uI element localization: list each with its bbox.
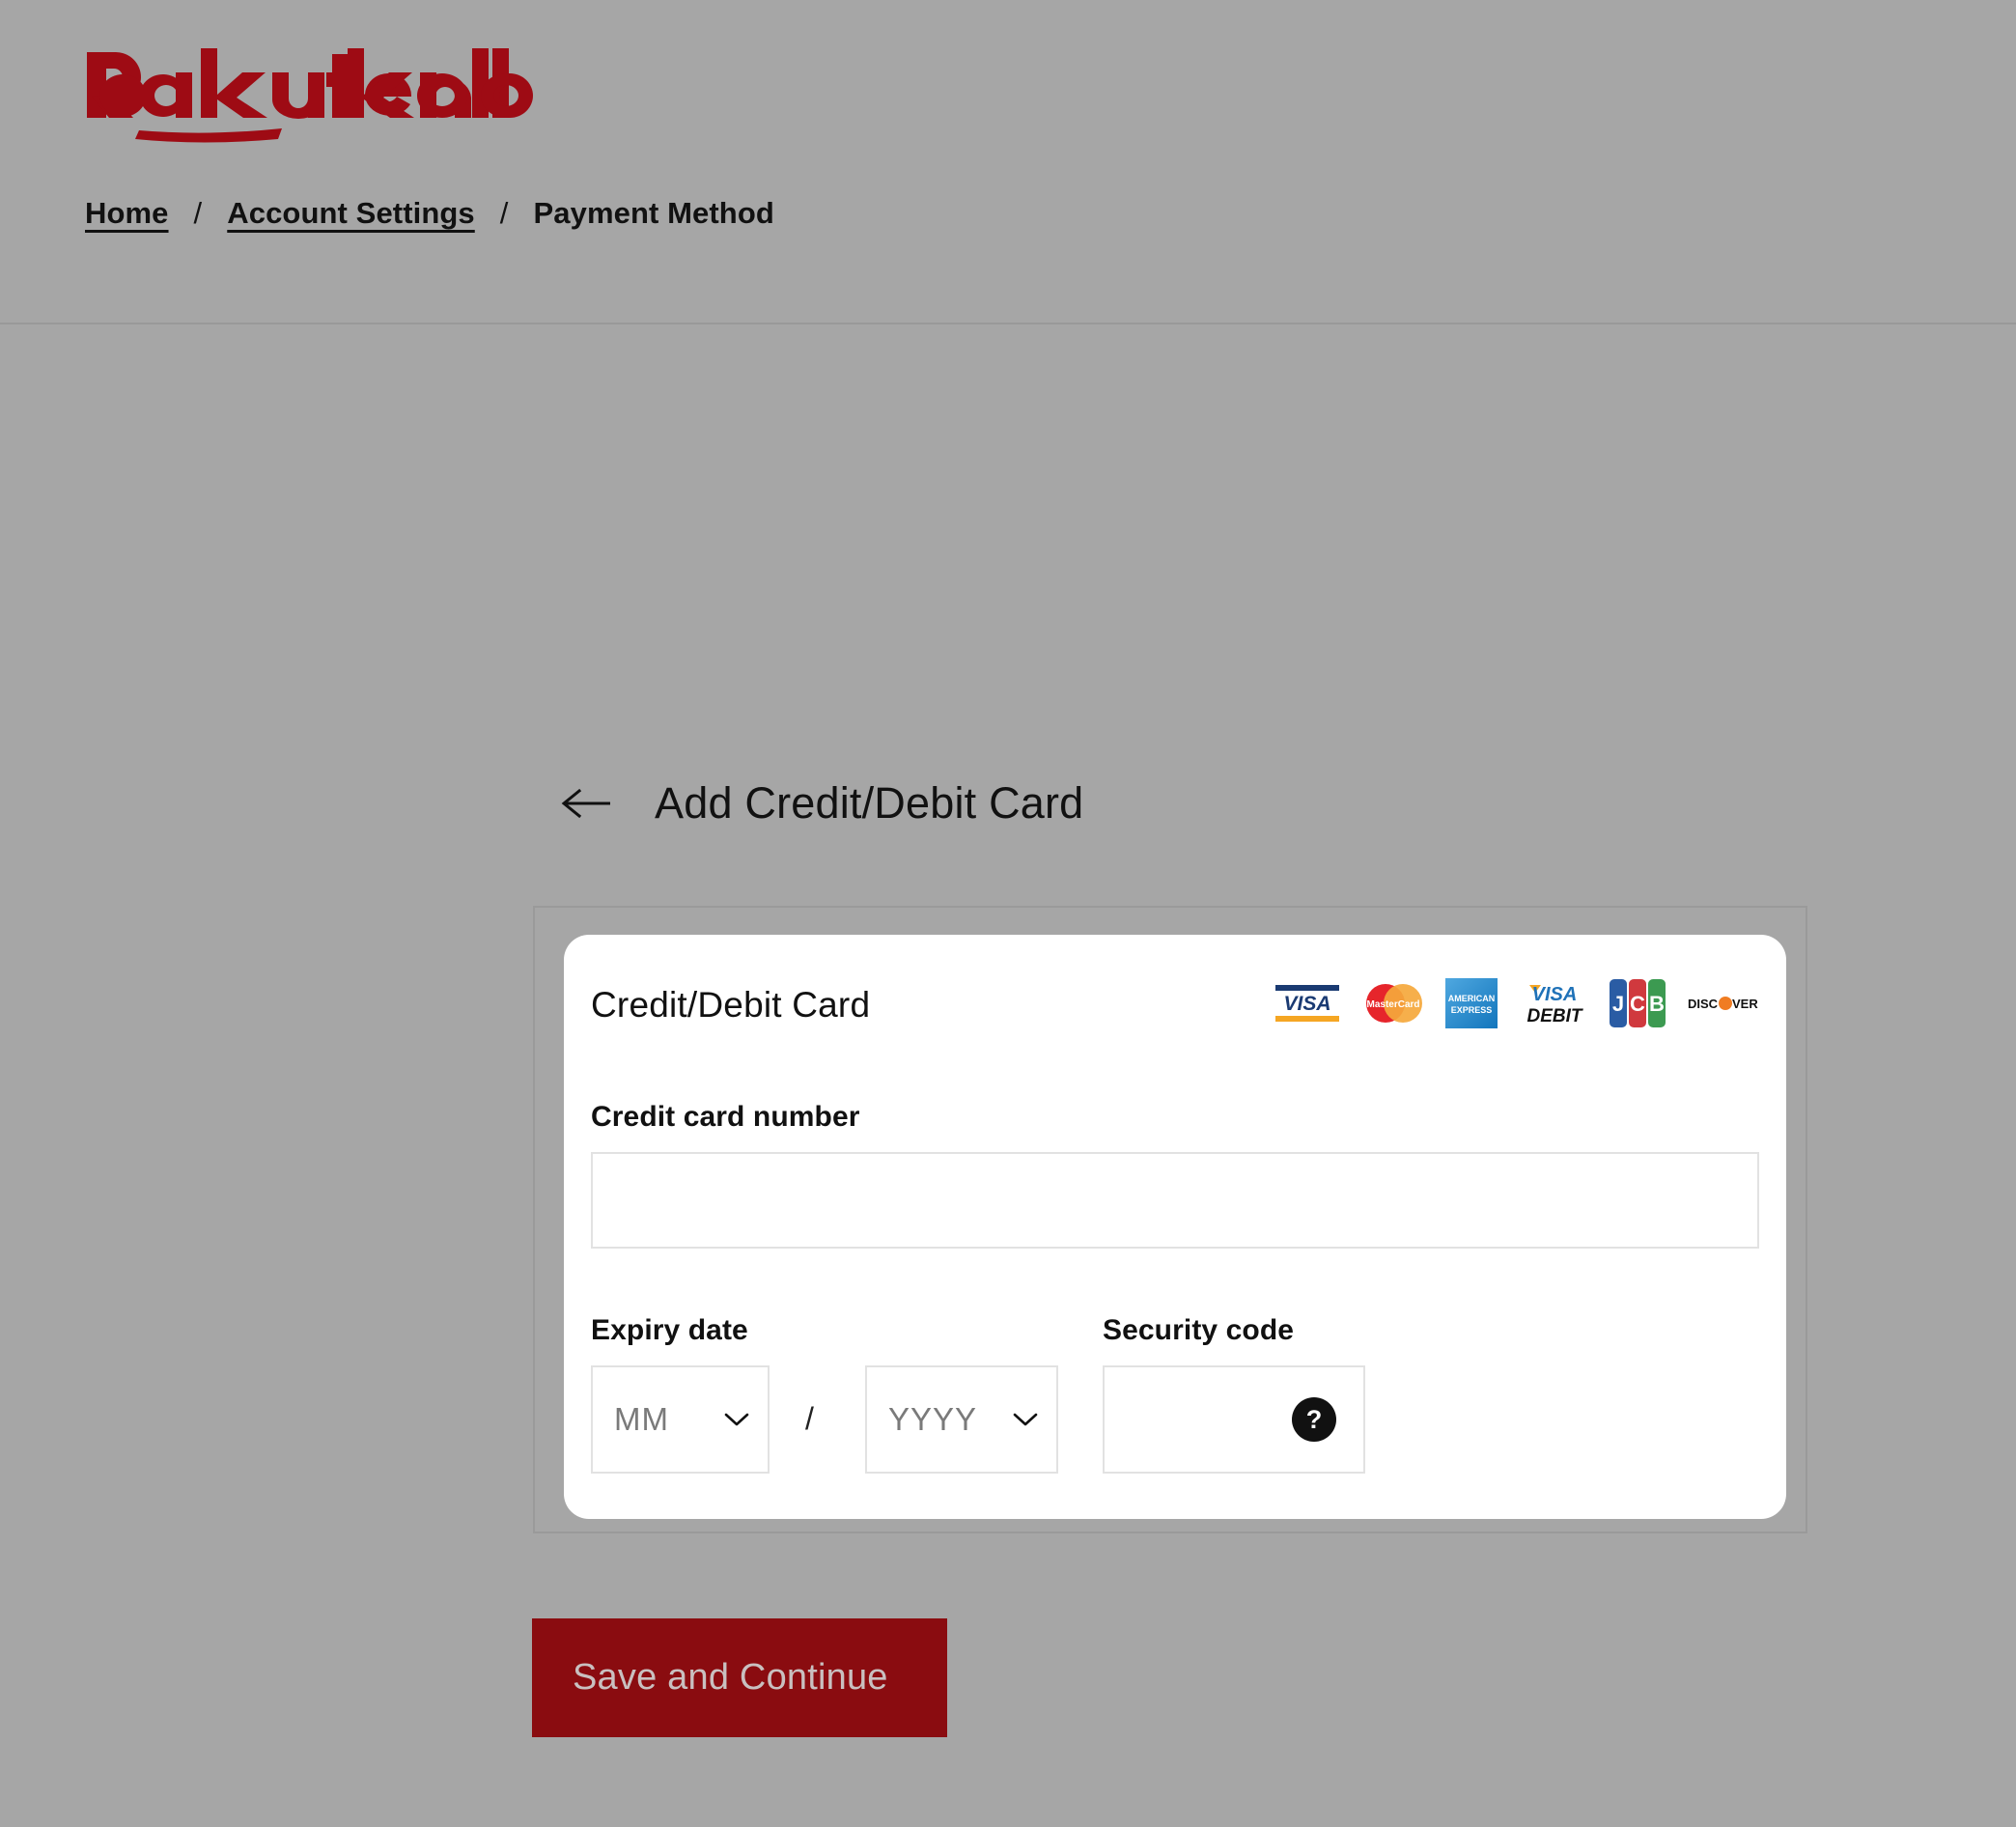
expiry-year-select[interactable]: YYYY: [865, 1365, 1058, 1474]
expiry-separator: /: [805, 1401, 814, 1436]
card-form-title: Credit/Debit Card: [591, 985, 871, 1025]
discover-icon: DISC VER: [1686, 989, 1759, 1023]
security-code-label: Security code: [1103, 1314, 1295, 1346]
expiry-month-select[interactable]: MM: [591, 1365, 770, 1474]
svg-text:VISA: VISA: [1283, 993, 1330, 1015]
svg-text:J: J: [1612, 992, 1624, 1016]
breadcrumb-separator: /: [193, 196, 203, 230]
svg-text:DEBIT: DEBIT: [1527, 1006, 1583, 1026]
credit-debit-card-form: Credit/Debit Card VISA MasterCard AMERIC…: [564, 935, 1786, 1519]
svg-text:VISA: VISA: [1532, 984, 1578, 1005]
breadcrumb: Home / Account Settings / Payment Method: [85, 196, 774, 231]
visa-debit-icon: VISA DEBIT: [1518, 979, 1589, 1032]
card-form-header: Credit/Debit Card VISA MasterCard AMERIC…: [591, 971, 1759, 1039]
svg-text:C: C: [1630, 992, 1645, 1016]
svg-text:B: B: [1649, 992, 1665, 1016]
breadcrumb-item-payment-method: Payment Method: [533, 196, 774, 230]
mastercard-icon: MasterCard: [1361, 981, 1425, 1030]
arrow-left-icon[interactable]: [560, 786, 614, 821]
help-question-icon[interactable]: ?: [1292, 1397, 1336, 1442]
chevron-down-icon: [1012, 1411, 1039, 1428]
chevron-down-icon: [723, 1411, 750, 1428]
breadcrumb-item-account-settings[interactable]: Account Settings: [227, 196, 475, 231]
credit-card-number-input[interactable]: [591, 1152, 1759, 1249]
svg-text:VER: VER: [1732, 997, 1758, 1011]
expiry-month-value: MM: [614, 1401, 669, 1437]
site-header: Home / Account Settings / Payment Method: [0, 0, 2016, 324]
page-header: Add Credit/Debit Card: [560, 749, 1083, 857]
visa-icon: VISA: [1274, 981, 1341, 1030]
svg-text:AMERICAN: AMERICAN: [1448, 994, 1496, 1003]
svg-text:DISC: DISC: [1688, 997, 1719, 1011]
credit-card-number-label: Credit card number: [591, 1101, 860, 1133]
page-title: Add Credit/Debit Card: [655, 778, 1084, 829]
breadcrumb-item-home[interactable]: Home: [85, 196, 169, 231]
accepted-card-brands: VISA MasterCard AMERICAN EXPRESS VISA DE…: [1274, 977, 1759, 1033]
expiry-year-value: YYYY: [888, 1401, 978, 1437]
breadcrumb-separator: /: [499, 196, 509, 230]
svg-text:EXPRESS: EXPRESS: [1451, 1005, 1493, 1015]
save-and-continue-button[interactable]: Save and Continue: [532, 1618, 947, 1737]
security-code-input[interactable]: ?: [1103, 1365, 1365, 1474]
svg-text:MasterCard: MasterCard: [1366, 999, 1419, 1010]
american-express-icon: AMERICAN EXPRESS: [1445, 977, 1498, 1033]
rakuten-kobo-logo[interactable]: [83, 41, 537, 147]
expiry-date-label: Expiry date: [591, 1314, 748, 1346]
jcb-icon: J C B: [1610, 978, 1666, 1032]
